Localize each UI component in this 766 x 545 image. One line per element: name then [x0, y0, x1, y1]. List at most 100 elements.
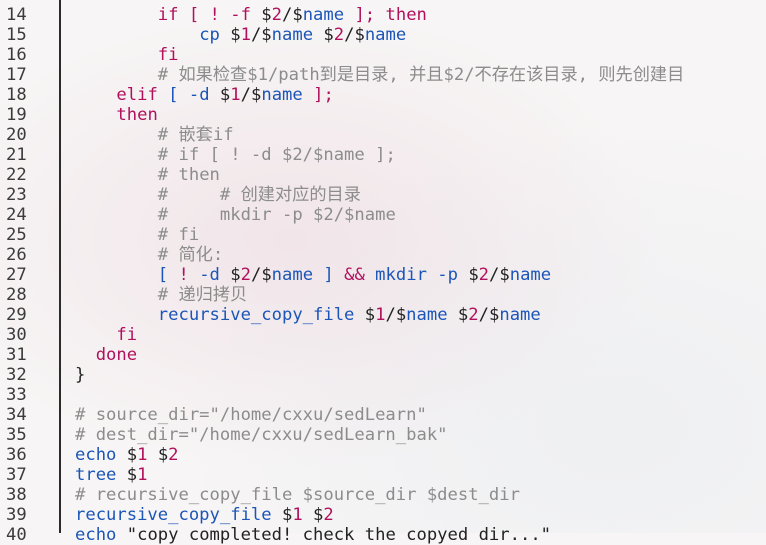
code-token: &&	[344, 265, 365, 285]
code-token: 1	[230, 85, 241, 105]
code-text: recursive_copy_file $1/$name $2/$name	[75, 305, 541, 325]
code-text: elif [ -d $1/$name ];	[75, 85, 334, 105]
code-text: fi	[75, 45, 179, 65]
code-token: name	[509, 265, 552, 285]
code-token: $	[209, 85, 231, 105]
code-text: # then	[75, 165, 220, 185]
code-token: echo	[75, 445, 117, 465]
code-token: 1	[137, 445, 148, 465]
code-token: then	[116, 105, 158, 125]
code-token: /$	[250, 25, 272, 45]
code-token: $	[219, 265, 241, 285]
code-token: # 递归拷贝	[157, 285, 248, 305]
code-text: # fi	[75, 225, 199, 245]
code-text: # 嵌套if	[75, 125, 234, 145]
code-token: "copy completed! check the copyed dir...…	[116, 525, 552, 545]
code-token: cp	[199, 25, 220, 45]
code-token: $	[354, 305, 376, 325]
line-number: 26	[6, 245, 27, 265]
line-number: 20	[6, 125, 27, 145]
code-token: }	[75, 365, 86, 385]
line-number: 25	[6, 225, 27, 245]
code-token: name	[499, 305, 541, 325]
code-text: then	[75, 105, 158, 125]
code-token: $	[250, 5, 272, 25]
code-token: 2	[168, 445, 179, 465]
code-token: 1	[292, 505, 303, 525]
line-number: 15	[6, 25, 27, 45]
code-token: fi	[157, 45, 179, 65]
code-token: 1	[137, 465, 148, 485]
code-token: ]	[313, 265, 345, 285]
code-text: # if [ ! -d $2/$name ];	[75, 145, 396, 165]
code-token: $	[447, 305, 469, 325]
code-token: mkdir -p	[364, 265, 458, 285]
code-token: /$	[344, 25, 365, 45]
code-token: $	[271, 505, 293, 525]
code-text: # 如果检查$1/path到是目录, 并且$2/不存在该目录, 则先创建目	[75, 65, 685, 85]
code-text: fi	[75, 325, 137, 345]
code-token: ]; then	[344, 5, 427, 25]
line-number: 35	[6, 425, 27, 445]
line-number: 24	[6, 205, 27, 225]
code-text: echo $1 $2	[75, 445, 179, 465]
code-text: # 递归拷贝	[75, 285, 247, 305]
code-token: /$	[489, 265, 510, 285]
code-token: # recursive_copy_file $source_dir $dest_…	[75, 485, 520, 505]
code-text: cp $1/$name $2/$name	[75, 25, 406, 45]
line-number: 38	[6, 485, 27, 505]
code-token: # mkdir -p $2/$name	[157, 205, 396, 225]
line-number: 37	[6, 465, 27, 485]
code-token: /$	[478, 305, 500, 325]
code-token: $	[219, 25, 241, 45]
code-text: }	[75, 365, 85, 385]
line-number: 19	[6, 105, 27, 125]
code-token: 2	[240, 265, 251, 285]
line-number: 34	[6, 405, 27, 425]
code-text: # mkdir -p $2/$name	[75, 205, 396, 225]
code-token: 2	[478, 265, 490, 285]
code-token: elif	[116, 85, 158, 105]
line-number: 17	[6, 65, 27, 85]
code-token: # 嵌套if	[157, 125, 234, 145]
code-token: # # 创建对应的目录	[157, 185, 361, 205]
code-token: 1	[375, 305, 386, 325]
code-token: name	[302, 5, 345, 25]
code-token: done	[95, 345, 138, 365]
line-number: 40	[6, 525, 27, 545]
code-token: # then	[157, 165, 220, 185]
code-token: $	[116, 445, 138, 465]
code-token: name	[271, 265, 314, 285]
line-number: 14	[6, 5, 27, 25]
code-token: # source_dir="/home/cxxu/sedLearn"	[75, 405, 427, 425]
code-token: $	[457, 265, 479, 285]
code-token: !	[178, 265, 189, 285]
line-number: 27	[6, 265, 27, 285]
line-number: 21	[6, 145, 27, 165]
line-number: 30	[6, 325, 27, 345]
code-token: 2	[271, 5, 282, 25]
code-text: if [ ! -f $2/$name ]; then	[75, 5, 427, 25]
code-token: if [ ! -f	[157, 5, 251, 25]
code-token: ];	[302, 85, 334, 105]
line-number: 32	[6, 365, 27, 385]
code-token: /$	[282, 5, 303, 25]
code-token: -d	[188, 265, 220, 285]
line-number: 31	[6, 345, 27, 365]
code-editor[interactable]: 14 if [ ! -f $2/$name ]; then 15 cp $1/$n…	[0, 0, 766, 545]
code-token: # 如果检查$1/path到是目录, 并且$2/不存在该目录, 则先创建目	[157, 65, 685, 85]
code-text: [ ! -d $2/$name ] && mkdir -p $2/$name	[75, 265, 551, 285]
gutter-separator	[59, 0, 61, 533]
